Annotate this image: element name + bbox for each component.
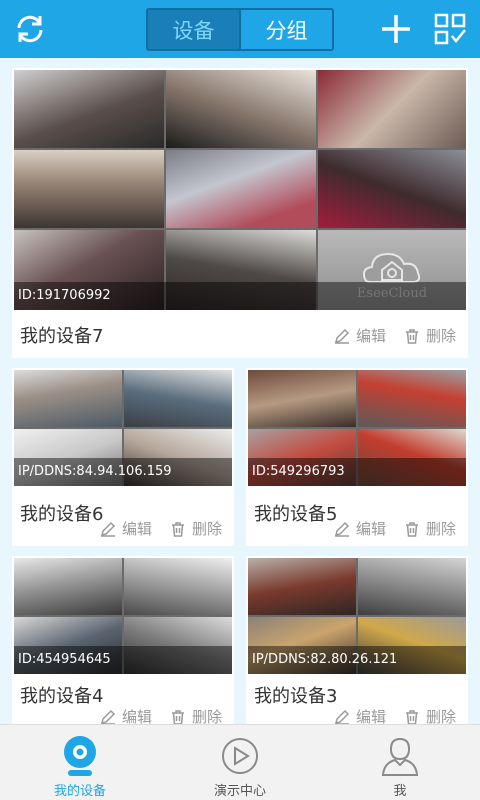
device-name: 我的设备4 bbox=[20, 686, 104, 707]
delete-button[interactable]: 删除 bbox=[170, 706, 222, 724]
tab-groups[interactable]: 分组 bbox=[239, 10, 332, 49]
camera-feed bbox=[318, 150, 466, 228]
device-card[interactable]: IP/DDNS:84.94.106.159 我的设备6 编辑 删除 bbox=[12, 368, 234, 546]
app-header: 设备 分组 bbox=[0, 0, 480, 58]
plus-icon bbox=[382, 15, 410, 43]
pencil-icon bbox=[334, 328, 350, 344]
camera-feed bbox=[358, 370, 466, 427]
delete-label: 删除 bbox=[425, 520, 456, 538]
nav-demo-center[interactable]: 演示中心 bbox=[160, 725, 320, 800]
device-thumbnail[interactable]: EseeCloud ID:191706992 bbox=[14, 70, 466, 310]
nav-me[interactable]: 我 bbox=[320, 725, 480, 800]
edit-button[interactable]: 编辑 bbox=[100, 518, 152, 539]
camera-feed bbox=[358, 558, 466, 615]
edit-label: 编辑 bbox=[121, 520, 152, 538]
device-card[interactable]: ID:549296793 我的设备5 编辑 删除 bbox=[246, 368, 468, 546]
pencil-icon bbox=[334, 709, 350, 724]
camera-feed bbox=[248, 558, 356, 615]
delete-button[interactable]: 删除 bbox=[404, 518, 456, 539]
device-thumbnail[interactable]: IP/DDNS:84.94.106.159 bbox=[14, 370, 232, 486]
trash-icon bbox=[405, 709, 418, 724]
delete-label: 删除 bbox=[425, 327, 456, 345]
trash-icon bbox=[405, 521, 418, 537]
edit-button[interactable]: 编辑 bbox=[334, 518, 386, 539]
add-device-button[interactable] bbox=[376, 9, 416, 49]
camera-feed bbox=[14, 70, 164, 148]
device-list[interactable]: EseeCloud ID:191706992 我的设备7 编辑 删除 IP/DD… bbox=[0, 58, 480, 724]
device-card[interactable]: ID:454954645 我的设备4 编辑 删除 bbox=[12, 556, 234, 724]
camera-feed bbox=[166, 150, 316, 228]
device-id-label: IP/DDNS:82.80.26.121 bbox=[248, 646, 466, 674]
tab-devices[interactable]: 设备 bbox=[148, 10, 239, 49]
delete-button[interactable]: 删除 bbox=[170, 518, 222, 539]
refresh-button[interactable] bbox=[10, 9, 50, 49]
camera-feed bbox=[14, 150, 164, 228]
bottom-nav: 我的设备 演示中心 我 bbox=[0, 724, 480, 800]
device-thumbnail[interactable]: ID:549296793 bbox=[248, 370, 466, 486]
camera-feed bbox=[248, 370, 356, 427]
device-thumbnail[interactable]: ID:454954645 bbox=[14, 558, 232, 674]
delete-button[interactable]: 删除 bbox=[404, 706, 456, 724]
device-actions: 编辑 删除 bbox=[82, 706, 222, 724]
camera-icon bbox=[56, 735, 104, 777]
camera-feed bbox=[166, 70, 316, 148]
edit-label: 编辑 bbox=[355, 327, 386, 345]
nav-label: 演示中心 bbox=[213, 784, 266, 799]
edit-label: 编辑 bbox=[355, 708, 386, 724]
delete-label: 删除 bbox=[191, 520, 222, 538]
qr-scan-icon bbox=[434, 13, 466, 45]
edit-button[interactable]: 编辑 bbox=[334, 706, 386, 724]
camera-feed bbox=[318, 70, 466, 148]
camera-feed bbox=[14, 370, 122, 427]
device-card[interactable]: IP/DDNS:82.80.26.121 我的设备3 编辑 删除 bbox=[246, 556, 468, 724]
camera-feed bbox=[14, 558, 122, 615]
device-actions: 编辑 删除 bbox=[316, 325, 456, 346]
device-actions: 编辑 删除 bbox=[316, 518, 456, 539]
trash-icon bbox=[405, 328, 418, 344]
edit-button[interactable]: 编辑 bbox=[334, 325, 386, 346]
device-name: 我的设备7 bbox=[20, 326, 104, 347]
play-icon bbox=[216, 735, 264, 777]
trash-icon bbox=[171, 521, 184, 537]
device-id-label: IP/DDNS:84.94.106.159 bbox=[14, 458, 232, 486]
nav-my-devices[interactable]: 我的设备 bbox=[0, 725, 160, 800]
delete-label: 删除 bbox=[191, 708, 222, 724]
trash-icon bbox=[171, 709, 184, 724]
delete-label: 删除 bbox=[425, 708, 456, 724]
pencil-icon bbox=[100, 709, 116, 724]
camera-feed bbox=[124, 370, 232, 427]
device-name: 我的设备3 bbox=[254, 686, 338, 707]
pencil-icon bbox=[334, 521, 350, 537]
device-id-label: ID:191706992 bbox=[14, 282, 466, 310]
camera-feed bbox=[124, 558, 232, 615]
segment-control: 设备 分组 bbox=[146, 8, 334, 51]
nav-label: 我 bbox=[393, 784, 407, 799]
device-actions: 编辑 删除 bbox=[82, 518, 222, 539]
edit-label: 编辑 bbox=[355, 520, 386, 538]
refresh-icon bbox=[17, 15, 43, 43]
qr-scan-button[interactable] bbox=[430, 9, 470, 49]
edit-label: 编辑 bbox=[121, 708, 152, 724]
edit-button[interactable]: 编辑 bbox=[100, 706, 152, 724]
device-id-label: ID:454954645 bbox=[14, 646, 232, 674]
delete-button[interactable]: 删除 bbox=[404, 325, 456, 346]
pencil-icon bbox=[100, 521, 116, 537]
device-actions: 编辑 删除 bbox=[316, 706, 456, 724]
device-thumbnail[interactable]: IP/DDNS:82.80.26.121 bbox=[248, 558, 466, 674]
nav-label: 我的设备 bbox=[53, 784, 106, 799]
device-id-label: ID:549296793 bbox=[248, 458, 466, 486]
user-icon bbox=[376, 735, 424, 777]
device-card[interactable]: EseeCloud ID:191706992 我的设备7 编辑 删除 bbox=[12, 68, 468, 358]
